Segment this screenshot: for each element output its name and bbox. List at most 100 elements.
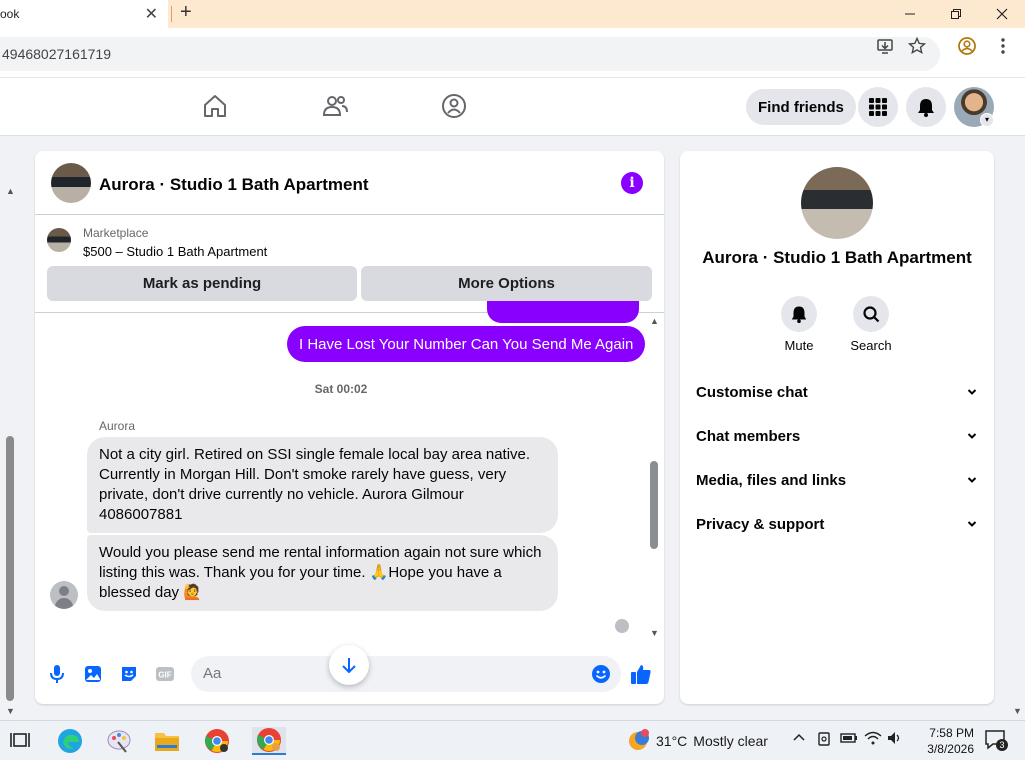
menu-grid-button[interactable] [858,87,898,127]
chevron-down-icon [967,389,977,395]
chat-panel: Aurora · Studio 1 Bath Apartment i Marke… [35,151,664,704]
marketplace-label: Marketplace [83,226,149,240]
time: 7:58 PM [929,726,974,740]
temperature: 31°C [656,733,688,749]
chevron-down-icon [967,433,977,439]
weather-moon-icon [629,729,649,750]
section-label: Chat members [696,427,801,445]
scroll-to-bottom-button[interactable] [329,645,369,685]
tab-separator [171,6,172,22]
message-input[interactable] [203,665,583,682]
minimize-button[interactable] [887,0,933,28]
address-bar-row: 49468027161719 [0,28,1025,78]
sticker-icon[interactable] [118,663,140,685]
close-window-button[interactable] [979,0,1025,28]
tab-title: ook [0,7,20,21]
chat-members-row[interactable]: Chat members [696,424,978,448]
listing-photo[interactable] [801,167,873,239]
date: 3/8/2026 [927,742,974,756]
customise-chat-row[interactable]: Customise chat [696,380,978,404]
message-composer[interactable] [191,656,621,692]
chevron-down-icon[interactable]: ▾ [980,113,994,127]
privacy-support-row[interactable]: Privacy & support [696,512,978,536]
chat-title[interactable]: Aurora · Studio 1 Bath Apartment [99,175,369,195]
browser-tab[interactable]: ook ✕ [0,0,168,28]
clock[interactable]: 7:58 PM 3/8/2026 [904,725,974,757]
find-friends-button[interactable]: Find friends [746,89,856,125]
sender-avatar[interactable] [50,581,78,609]
chevron-up-icon[interactable] [792,731,806,748]
browser-menu-icon[interactable] [993,36,1013,56]
section-label: Privacy & support [696,515,825,533]
emoji-icon[interactable] [591,664,611,689]
volume-icon[interactable] [887,731,903,748]
chevron-down-icon [967,477,977,483]
gif-icon[interactable]: GIF [154,663,176,685]
mute-label: Mute [784,338,814,353]
scroll-down-arrow-icon[interactable]: ▼ [6,706,15,716]
incoming-message[interactable]: Not a city girl. Retired on SSI single f… [87,437,558,533]
mark-as-pending-button[interactable]: Mark as pending [47,266,357,301]
groups-icon[interactable] [440,92,468,120]
chrome-active-icon[interactable] [252,727,286,755]
search-icon [853,296,889,332]
photo-icon[interactable] [82,663,104,685]
file-explorer-icon[interactable] [153,727,181,755]
bell-icon [918,99,934,117]
chat-scroll-thumb[interactable] [650,461,658,549]
marketplace-thumbnail [47,228,71,252]
chat-scrollbar[interactable]: ▲ ▼ [650,316,660,638]
thumbs-up-icon[interactable] [630,663,652,685]
home-icon[interactable] [201,92,229,120]
chat-scroll-down-icon[interactable]: ▼ [650,628,659,638]
chevron-down-icon [967,521,977,527]
friends-icon[interactable] [321,92,349,120]
media-files-links-row[interactable]: Media, files and links [696,468,978,492]
search-button[interactable]: Search [841,296,901,353]
bookmark-star-icon[interactable] [907,36,927,56]
windows-taskbar: 31°C Mostly clear 7:58 PM 3/8/2026 3 [0,720,1025,760]
browser-tab-strip: ook ✕ + [0,0,1025,28]
notification-count: 3 [999,740,1004,750]
omnibox[interactable]: 49468027161719 [0,37,940,71]
page-scrollbar[interactable]: ▲ ▼ [0,136,20,720]
section-label: Media, files and links [696,471,847,489]
search-label: Search [850,338,892,353]
read-receipt-avatar [615,619,629,633]
sender-name: Aurora [99,419,136,433]
more-options-button[interactable]: More Options [361,266,652,301]
profile-icon[interactable] [957,36,977,56]
details-title: Aurora · Studio 1 Bath Apartment [702,248,972,267]
tab-close-icon[interactable]: ✕ [145,4,158,24]
arrow-down-icon [342,658,356,674]
wifi-icon[interactable] [864,731,882,748]
bell-icon [781,296,817,332]
info-icon[interactable]: i [621,172,643,194]
weather-widget[interactable]: 31°C Mostly clear [626,729,768,753]
scroll-up-arrow-icon[interactable]: ▲ [6,186,15,196]
task-view-icon[interactable] [6,727,34,755]
url-text[interactable]: 49468027161719 [2,46,111,62]
install-app-icon[interactable] [875,36,895,56]
mute-button[interactable]: Mute [769,296,829,353]
new-tab-button[interactable]: + [180,1,192,24]
edge-icon[interactable] [56,727,84,755]
page-scroll-down-icon[interactable]: ▼ [1013,706,1022,716]
listing-price[interactable]: $500 – Studio 1 Bath Apartment [83,244,267,259]
incoming-message[interactable]: Would you please send me rental informat… [87,535,558,611]
chat-scroll-up-icon[interactable]: ▲ [650,316,659,326]
facebook-top-nav: Find friends ▾ [0,78,1025,136]
page-scroll-thumb[interactable] [6,436,14,701]
microphone-icon[interactable] [46,663,68,685]
notifications-button[interactable] [906,87,946,127]
paint-icon[interactable] [105,727,133,755]
device-icon[interactable] [816,731,832,750]
chat-details-panel: Aurora · Studio 1 Bath Apartment Mute Se… [680,151,994,704]
restore-button[interactable] [933,0,979,28]
listing-thumbnail[interactable] [51,163,91,203]
chrome-icon[interactable] [203,727,231,755]
outgoing-message[interactable]: I Have Lost Your Number Can You Send Me … [287,326,646,362]
section-label: Customise chat [696,383,808,401]
battery-icon[interactable] [840,731,858,748]
notification-center-icon[interactable]: 3 [984,729,1008,754]
